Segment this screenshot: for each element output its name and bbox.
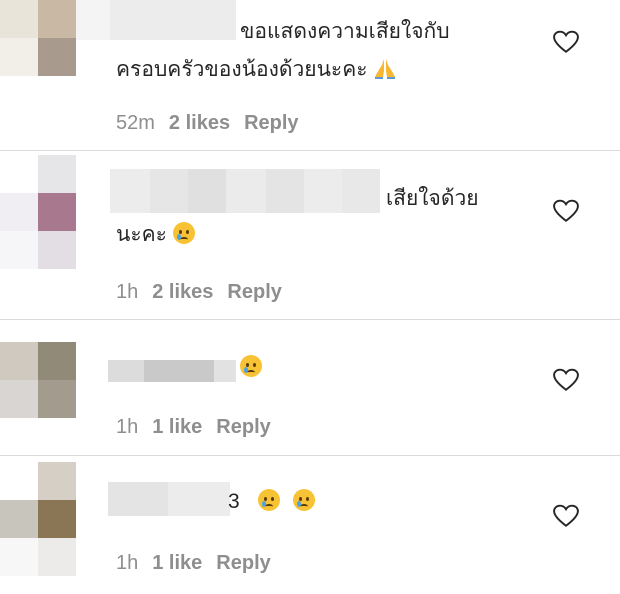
heart-icon[interactable] — [553, 199, 579, 223]
reply-button[interactable]: Reply — [227, 281, 281, 304]
avatar[interactable] — [0, 155, 76, 269]
comment-text: ขอแสดงความเสียใจกับ — [240, 14, 450, 50]
heart-icon[interactable] — [553, 368, 579, 392]
comment-text-line-2: นะคะ — [116, 223, 167, 246]
crying-face-emoji — [257, 489, 280, 511]
comment-meta: 1h 1 like Reply — [116, 552, 271, 575]
avatar[interactable] — [0, 0, 76, 76]
username-blurred[interactable] — [76, 0, 236, 40]
username-blurred[interactable] — [108, 482, 230, 516]
comment-text-line-1: ขอแสดงความเสียใจกับ — [240, 20, 450, 43]
comment-text — [240, 350, 262, 386]
username-blurred[interactable] — [110, 169, 380, 213]
comment-1: ขอแสดงความเสียใจกับ ครอบครัวของน้องด้วยน… — [0, 0, 620, 150]
comment-meta: 52m 2 likes Reply — [116, 112, 299, 135]
likes-count[interactable]: 2 likes — [152, 281, 213, 304]
comment-3: 1h 1 like Reply — [0, 320, 620, 455]
comment-text-line-1: เสียใจด้วย — [386, 187, 479, 210]
comment-4: 3 1h 1 like Reply — [0, 456, 620, 594]
likes-count[interactable]: 1 like — [152, 416, 202, 439]
comment-text: 3 — [228, 484, 316, 520]
pray-emoji — [375, 59, 396, 79]
comment-text: เสียใจด้วย — [386, 181, 479, 217]
crying-face-emoji — [172, 222, 195, 244]
crying-face-emoji — [293, 489, 316, 511]
comment-text: ครอบครัวของน้องด้วยนะคะ — [116, 52, 397, 88]
comment-meta: 1h 2 likes Reply — [116, 281, 282, 304]
likes-count[interactable]: 2 likes — [169, 112, 230, 135]
comment-text: นะคะ — [116, 217, 195, 253]
username-blurred[interactable] — [108, 360, 236, 382]
heart-icon[interactable] — [553, 30, 579, 54]
reply-button[interactable]: Reply — [216, 552, 270, 575]
crying-face-emoji — [240, 355, 262, 377]
timestamp[interactable]: 1h — [116, 416, 138, 439]
comment-meta: 1h 1 like Reply — [116, 416, 271, 439]
comment-text-line-1: 3 — [228, 490, 240, 513]
comment-text-line-2: ครอบครัวของน้องด้วยนะคะ — [116, 58, 368, 81]
reply-button[interactable]: Reply — [216, 416, 270, 439]
timestamp[interactable]: 1h — [116, 281, 138, 304]
comment-2: เสียใจด้วย นะคะ 1h 2 likes Reply — [0, 151, 620, 319]
heart-icon[interactable] — [553, 504, 579, 528]
avatar[interactable] — [0, 342, 76, 418]
likes-count[interactable]: 1 like — [152, 552, 202, 575]
reply-button[interactable]: Reply — [244, 112, 298, 135]
avatar[interactable] — [0, 462, 76, 576]
timestamp[interactable]: 1h — [116, 552, 138, 575]
timestamp[interactable]: 52m — [116, 112, 155, 135]
